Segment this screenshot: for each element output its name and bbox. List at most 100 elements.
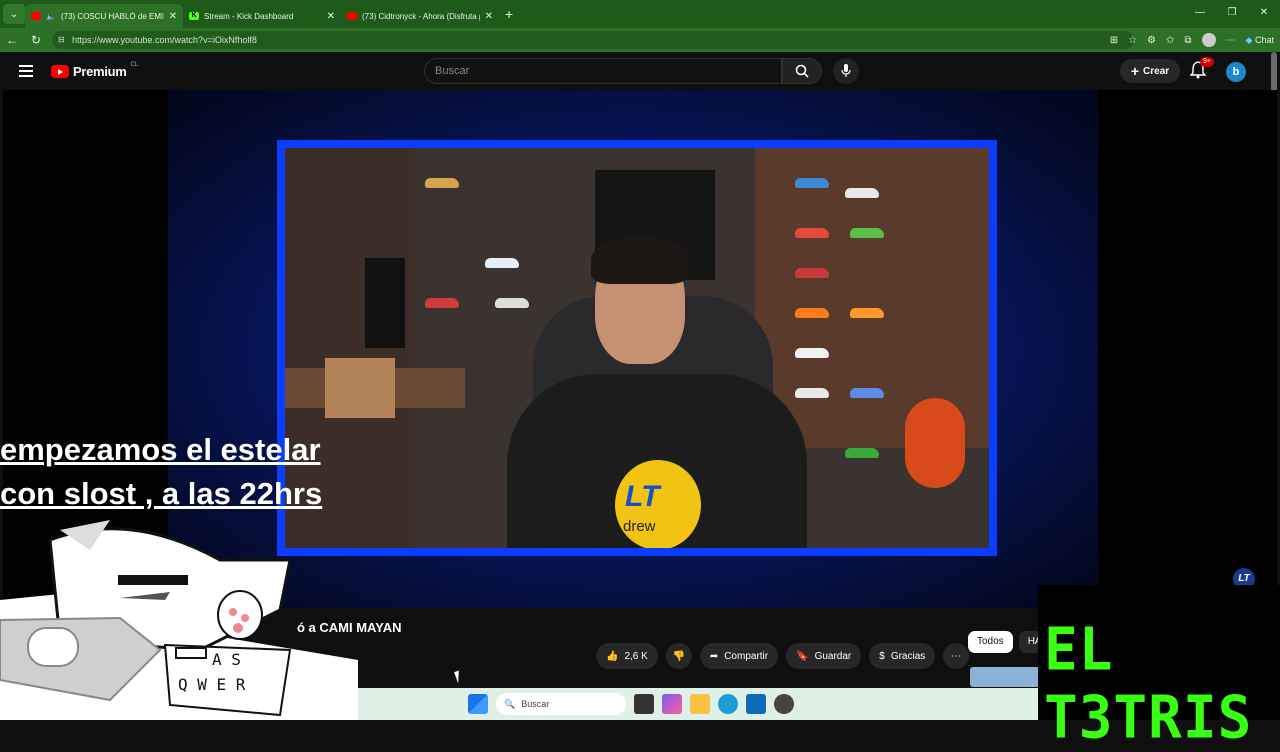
youtube-favicon-icon <box>31 12 41 20</box>
like-button[interactable]: 👍 2,6 K <box>596 643 658 669</box>
minimize-button[interactable]: — <box>1184 0 1216 28</box>
tab-youtube-cidtronyck[interactable]: (73) Cidtronyck - Ahora (Disfruta p ✕ <box>341 4 499 28</box>
toolbar-icons: ⊞ ☆ ⚙ ✩ ⧉ ⋯ ◆ Chat <box>1110 28 1274 52</box>
address-bar-row: ← ↻ ⊟ https://www.youtube.com/watch?v=iO… <box>0 28 1280 52</box>
create-button[interactable]: + Crear <box>1120 59 1180 83</box>
window-controls: — ❐ ✕ <box>1184 0 1280 28</box>
like-count: 2,6 K <box>624 650 648 662</box>
sneaker <box>795 308 829 318</box>
search-input[interactable]: Buscar <box>424 58 782 84</box>
brand-text: EL T3TRIS <box>1044 615 1253 752</box>
close-icon[interactable]: ✕ <box>327 11 335 22</box>
tab-title: (73) Cidtronyck - Ahora (Disfruta p <box>362 11 480 21</box>
notifications-button[interactable]: 9+ <box>1189 57 1214 83</box>
app-available-icon[interactable]: ⊞ <box>1110 35 1118 46</box>
close-icon[interactable]: ✕ <box>485 11 493 22</box>
search-button[interactable] <box>782 58 822 84</box>
windows-taskbar: 🔍 Buscar <box>358 688 1038 720</box>
more-actions-button[interactable]: ⋯ <box>943 643 970 669</box>
refresh-icon[interactable]: ↻ <box>24 33 48 47</box>
profile-avatar[interactable] <box>1201 33 1216 47</box>
sneaker <box>850 228 884 238</box>
close-window-button[interactable]: ✕ <box>1248 0 1280 28</box>
restore-button[interactable]: ❐ <box>1216 0 1248 28</box>
speaker-icon[interactable]: 🔈 <box>46 12 56 21</box>
copilot-label: Chat <box>1254 34 1274 45</box>
url-text: https://www.youtube.com/watch?v=iOixNfho… <box>72 35 257 45</box>
copilot-icon[interactable] <box>662 694 682 714</box>
taskbar-search[interactable]: 🔍 Buscar <box>496 693 626 715</box>
extensions-icon[interactable]: ⚙ <box>1147 35 1156 46</box>
sneaker <box>485 258 519 268</box>
share-icon: ➦ <box>709 650 719 662</box>
notification-badge: 9+ <box>1200 57 1214 67</box>
sneaker <box>850 308 884 318</box>
menu-icon[interactable] <box>19 65 33 77</box>
video-actions: 👍 2,6 K 👎 ➦ Compartir 🔖 Guardar $ Gracia… <box>596 643 970 669</box>
keycap-row-2: Q W E R <box>178 675 246 694</box>
copilot-button[interactable]: ◆ Chat <box>1246 35 1274 46</box>
user-avatar[interactable]: b <box>1226 62 1246 82</box>
bookmark-icon: 🔖 <box>796 650 809 662</box>
sneaker <box>795 228 829 238</box>
sneaker <box>845 448 879 458</box>
person-hair <box>591 236 689 284</box>
plus-icon: + <box>1130 63 1140 79</box>
tab-bar: ⌄ 🔈 (73) COSCU HABLÓ de EMILIA ✕ K Strea… <box>0 0 1280 28</box>
sneaker <box>795 178 829 188</box>
site-info-icon[interactable]: ⊟ <box>58 31 65 49</box>
copilot-icon: ◆ <box>1245 34 1253 45</box>
shirt-text: drew <box>623 518 656 535</box>
sneaker <box>845 188 879 198</box>
recommended-thumbnail[interactable] <box>970 667 1040 687</box>
kick-favicon-icon: K <box>189 12 199 20</box>
voice-search-button[interactable] <box>833 58 859 84</box>
tab-youtube-coscu[interactable]: 🔈 (73) COSCU HABLÓ de EMILIA ✕ <box>25 4 183 28</box>
microsoft-store-icon[interactable] <box>746 694 766 714</box>
youtube-premium-logo[interactable]: Premium CL <box>51 61 139 79</box>
more-icon: ⋯ <box>951 650 962 662</box>
favorite-star-icon[interactable]: ☆ <box>1128 35 1137 46</box>
edge-browser-icon[interactable] <box>718 694 738 714</box>
logo-text: Premium <box>73 64 127 79</box>
tab-title: Stream - Kick Dashboard <box>204 11 294 21</box>
overlay-line-1: empezamos el estelar <box>0 432 321 467</box>
thumbs-down-icon: 👎 <box>672 650 686 662</box>
sneaker <box>795 388 829 398</box>
sneaker <box>495 298 529 308</box>
more-icon[interactable]: ⋯ <box>1226 35 1236 46</box>
sneaker <box>795 268 829 278</box>
tab-kick-dashboard[interactable]: K Stream - Kick Dashboard ✕ <box>183 4 341 28</box>
file-explorer-icon[interactable] <box>690 694 710 714</box>
url-field[interactable]: ⊟ https://www.youtube.com/watch?v=iOixNf… <box>52 31 1134 49</box>
youtube-logo-icon <box>51 65 69 78</box>
collections-icon[interactable]: ⧉ <box>1184 35 1191 46</box>
dislike-button[interactable]: 👎 <box>665 643 692 669</box>
tab-actions-button[interactable]: ⌄ <box>3 4 25 24</box>
thumbs-up-icon: 👍 <box>606 650 619 662</box>
windows-start-icon[interactable] <box>468 694 488 714</box>
filter-chip-todos[interactable]: Todos <box>968 631 1013 653</box>
new-tab-button[interactable]: + <box>505 6 513 22</box>
taskbar-search-text: Buscar <box>521 699 550 709</box>
bongo-cat-graphic: A S Q W E R <box>0 520 358 720</box>
close-icon[interactable]: ✕ <box>169 11 177 22</box>
thanks-button[interactable]: $ Gracias <box>869 643 936 669</box>
favorites-icon[interactable]: ✩ <box>1166 35 1174 46</box>
back-icon[interactable]: ← <box>0 33 24 47</box>
obs-icon[interactable] <box>774 694 794 714</box>
thanks-label: Gracias <box>890 650 926 662</box>
tab-title: (73) COSCU HABLÓ de EMILIA <box>60 11 164 21</box>
cat-keyboard-overlay: A S Q W E R <box>0 500 358 720</box>
youtube-favicon-icon <box>347 12 357 20</box>
search-icon: 🔍 <box>504 698 516 709</box>
exercise-bike <box>905 398 965 488</box>
country-code: CL <box>130 61 139 68</box>
task-view-icon[interactable] <box>634 694 654 714</box>
share-button[interactable]: ➦ Compartir <box>699 643 779 669</box>
sneaker <box>795 348 829 358</box>
save-button[interactable]: 🔖 Guardar <box>786 643 862 669</box>
monitor <box>365 258 405 348</box>
channel-brand-overlay: EL T3TRIS <box>1038 585 1280 752</box>
search-icon <box>795 64 809 78</box>
